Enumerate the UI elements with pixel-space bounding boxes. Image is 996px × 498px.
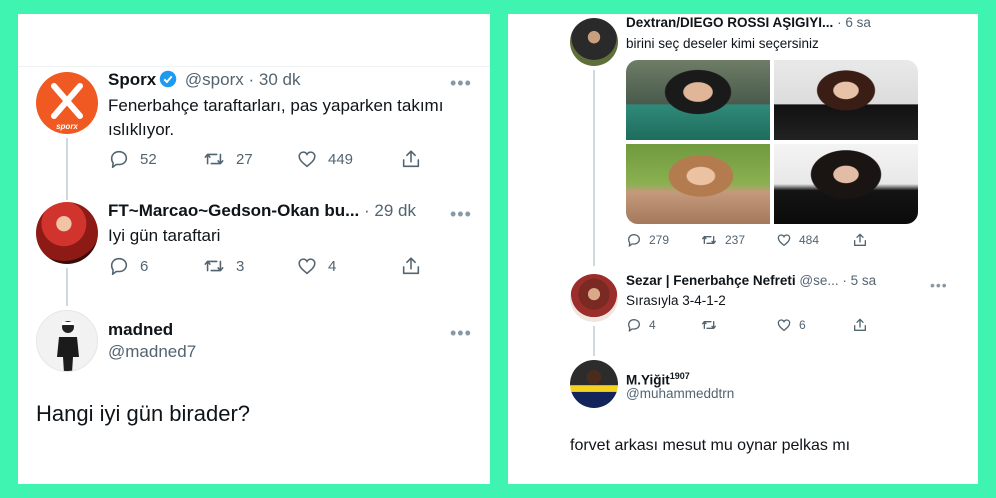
tweet-text: Iyi gün taraftari (108, 226, 221, 245)
like-count: 449 (328, 150, 354, 168)
display-name[interactable]: FT~Marcao~Gedson-Okan bu... (108, 201, 359, 220)
like-icon (298, 151, 316, 168)
timestamp[interactable]: · 29 dk (364, 201, 416, 220)
like-button[interactable]: 6 (776, 317, 852, 333)
retweet-count: 237 (725, 233, 746, 247)
reply-count: 52 (140, 150, 157, 168)
retweet-button[interactable]: 3 (202, 255, 296, 277)
tweet-actions: 6 3 4 (108, 255, 422, 277)
share-button[interactable] (852, 232, 868, 248)
share-icon (854, 233, 866, 246)
tweet-text: forvet arkası mesut mu oynar pelkas mı (570, 437, 851, 454)
retweet-button[interactable]: 237 (700, 232, 776, 248)
name-superscript: 1907 (669, 371, 690, 381)
reply-count: 6 (140, 257, 149, 275)
tweet-actions: 4 6 (626, 317, 868, 333)
right-screenshot-panel: Dextran/DIEGO ROSSI AŞIGIYI... · 6 sa bi… (508, 14, 978, 484)
handle[interactable]: @muhammeddtrn (626, 386, 734, 401)
handle[interactable]: @sporx (185, 70, 244, 89)
like-icon (777, 319, 791, 332)
more-options-icon[interactable]: ••• (450, 205, 472, 223)
reply-icon (628, 234, 640, 247)
like-icon (298, 258, 316, 275)
share-button[interactable] (852, 317, 868, 333)
tweet-handle-row: @madned7 (108, 342, 196, 362)
retweet-count: 3 (236, 257, 245, 275)
tweet-text: Sırasıyla 3-4-1-2 (626, 293, 726, 308)
display-name[interactable]: madned (108, 320, 173, 339)
share-icon (402, 150, 420, 168)
left-screenshot-panel: sporx Sporx @sporx · 30 dk ••• Fenerbahç… (18, 14, 490, 484)
avatar[interactable] (36, 202, 98, 264)
avatar[interactable] (36, 310, 98, 372)
divider (18, 66, 490, 67)
avatar[interactable] (570, 18, 618, 66)
photo[interactable] (774, 60, 918, 140)
like-count: 6 (799, 318, 806, 332)
reply-button[interactable]: 6 (108, 255, 202, 277)
photo[interactable] (774, 144, 918, 224)
reply-icon (110, 150, 128, 169)
retweet-icon (702, 236, 716, 244)
handle[interactable]: @se... (799, 273, 838, 288)
reply-icon (110, 257, 128, 276)
tweet-text: Fenerbahçe taraftarları, pas yaparken ta… (108, 96, 444, 139)
like-button[interactable]: 484 (776, 232, 852, 248)
retweet-icon (204, 260, 224, 272)
reply-count: 4 (649, 318, 656, 332)
more-options-icon[interactable]: ••• (450, 74, 472, 92)
retweet-icon (702, 321, 716, 329)
like-icon (777, 234, 791, 247)
tweet-header: FT~Marcao~Gedson-Okan bu... · 29 dk (108, 201, 416, 221)
reply-button[interactable]: 52 (108, 148, 202, 170)
tweet-header: Sporx @sporx · 30 dk (108, 70, 300, 93)
photo-grid[interactable] (626, 60, 918, 224)
tweet-actions: 279 237 484 (626, 232, 868, 248)
verified-badge-icon (159, 70, 177, 93)
tweet-header: Sezar | Fenerbahçe Nefreti @se... · 5 sa (626, 273, 876, 289)
photo[interactable] (626, 144, 770, 224)
retweet-button[interactable] (700, 317, 776, 333)
share-icon (854, 318, 866, 331)
avatar[interactable] (570, 360, 618, 408)
share-button[interactable] (400, 255, 422, 277)
reply-button[interactable]: 4 (626, 317, 700, 333)
thread-line (66, 268, 68, 306)
tweet-header: Dextran/DIEGO ROSSI AŞIGIYI... · 6 sa (626, 15, 871, 31)
tweet-handle-row: @muhammeddtrn (626, 386, 734, 402)
display-name[interactable]: Sezar | Fenerbahçe Nefreti (626, 273, 796, 288)
timestamp[interactable]: · 5 sa (842, 273, 876, 288)
like-count: 484 (799, 233, 820, 247)
person-silhouette-icon (57, 321, 79, 371)
more-options-icon[interactable]: ••• (450, 324, 472, 342)
photo[interactable] (626, 60, 770, 140)
timestamp[interactable]: · 30 dk (248, 70, 300, 89)
handle[interactable]: @madned7 (108, 342, 196, 361)
thread-line (66, 138, 68, 200)
retweet-count: 27 (236, 150, 253, 168)
reply-icon (628, 319, 640, 332)
display-name[interactable]: Dextran/DIEGO ROSSI AŞIGIYI... (626, 15, 833, 30)
like-button[interactable]: 4 (296, 255, 400, 277)
display-name[interactable]: Sporx (108, 70, 156, 89)
like-count: 4 (328, 257, 337, 275)
share-button[interactable] (400, 148, 422, 170)
thread-line (593, 70, 595, 266)
retweet-icon (204, 153, 224, 165)
reply-count: 279 (649, 233, 670, 247)
tweet-text: Hangi iyi gün birader? (36, 401, 251, 426)
reply-button[interactable]: 279 (626, 232, 700, 248)
share-icon (402, 257, 420, 275)
tweet-header: madned (108, 320, 173, 340)
tweet-actions: 52 27 449 (108, 148, 422, 170)
more-options-icon[interactable]: ••• (930, 278, 948, 292)
retweet-button[interactable]: 27 (202, 148, 296, 170)
tweet-text: birini seç deseler kimi seçersiniz (626, 36, 819, 51)
avatar[interactable] (570, 274, 618, 322)
avatar-label: sporx (56, 122, 78, 131)
timestamp[interactable]: · 6 sa (837, 15, 871, 30)
thread-line (593, 326, 595, 356)
like-button[interactable]: 449 (296, 148, 400, 170)
